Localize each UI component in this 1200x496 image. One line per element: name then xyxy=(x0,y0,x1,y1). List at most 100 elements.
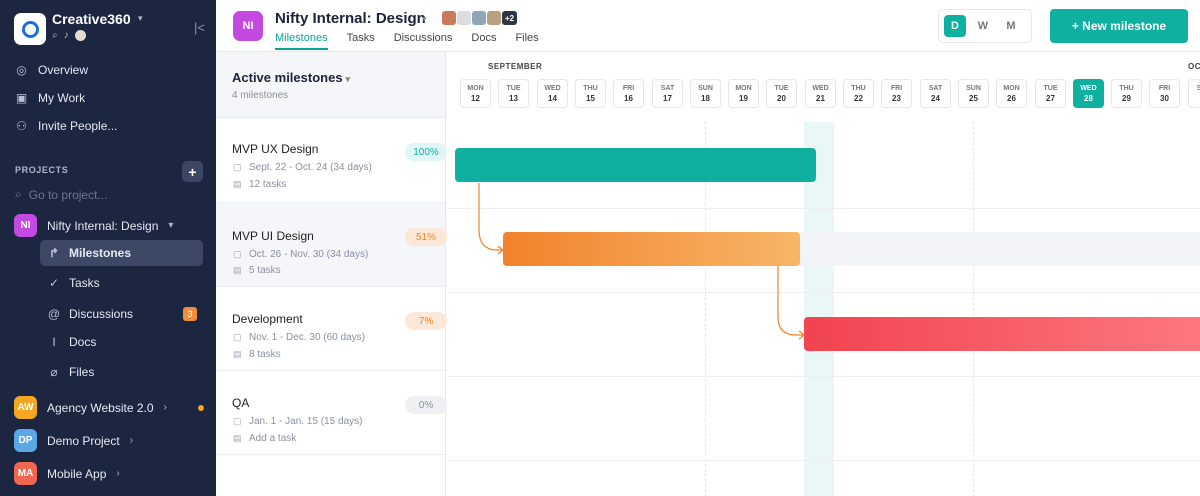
compass-icon: ◎ xyxy=(16,63,27,77)
nav-invite-people[interactable]: ⚇ Invite People... xyxy=(14,119,117,133)
project-nifty-internal-design[interactable]: NI Nifty Internal: Design ▾ xyxy=(14,214,173,237)
avatar[interactable] xyxy=(472,11,486,25)
project-badge[interactable]: NI xyxy=(233,11,263,41)
view-month-button[interactable]: M xyxy=(1000,15,1022,37)
milestone-icon: ↱ xyxy=(48,246,60,260)
more-members-badge[interactable]: +2 xyxy=(502,11,517,25)
check-icon: ✓ xyxy=(48,276,60,290)
tab-discussions[interactable]: Discussions xyxy=(394,32,453,50)
project-badge: NI xyxy=(14,214,37,237)
project-badge: DP xyxy=(14,429,37,452)
gantt-timeline[interactable]: SEPTEMBER OC MON 12 TUE 13 WED 14 THU 15 FRI 16 SA… xyxy=(447,52,1200,496)
add-user-icon: ⚇ xyxy=(16,119,27,133)
bell-icon[interactable]: ♪ xyxy=(64,30,69,41)
subnav-label: Discussions xyxy=(69,307,134,321)
milestones-filter[interactable]: Active milestones ▾ xyxy=(232,70,350,85)
chevron-down-icon: ▾ xyxy=(168,220,174,231)
project-tabs: Milestones Tasks Discussions Docs Files xyxy=(275,32,539,50)
tab-milestones[interactable]: Milestones xyxy=(275,32,328,50)
subnav-label: Docs xyxy=(69,335,97,349)
milestone-dates: ▢ Nov. 1 - Dec. 30 (60 days) xyxy=(233,332,365,343)
workspace-logo-icon[interactable] xyxy=(14,13,46,45)
tab-files[interactable]: Files xyxy=(515,32,538,50)
milestone-tasks-text: 8 tasks xyxy=(249,349,281,360)
calendar-icon: ▢ xyxy=(233,162,242,172)
milestone-dates-text: Jan. 1 - Jan. 15 (15 days) xyxy=(249,416,363,427)
milestones-title: Active milestones xyxy=(232,70,343,85)
view-mode-switch: D W M xyxy=(938,9,1032,43)
subnav-label: Milestones xyxy=(69,246,132,260)
avatar[interactable] xyxy=(487,11,501,25)
milestone-name: Development xyxy=(232,312,303,326)
tab-tasks[interactable]: Tasks xyxy=(347,32,375,50)
milestone-row[interactable]: MVP UI Design ▢ Oct. 26 - Nov. 30 (34 day… xyxy=(216,203,447,287)
milestone-name: MVP UX Design xyxy=(232,142,319,156)
tab-docs[interactable]: Docs xyxy=(471,32,496,50)
at-icon: @ xyxy=(47,307,61,321)
dependency-arrow xyxy=(777,266,804,336)
add-task-text: Add a task xyxy=(249,433,297,444)
avatar[interactable] xyxy=(457,11,471,25)
project-badge: MA xyxy=(14,462,37,485)
milestone-dates-text: Sept. 22 - Oct. 24 (34 days) xyxy=(249,162,372,173)
discussions-count-badge: 3 xyxy=(183,307,197,321)
project-header: NI Nifty Internal: Design ▾ +2 Milestone… xyxy=(216,0,1200,52)
milestone-row[interactable]: Development ▢ Nov. 1 - Dec. 30 (60 days) … xyxy=(216,287,447,371)
subnav-label: Tasks xyxy=(69,276,100,290)
project-agency-website[interactable]: AW Agency Website 2.0 › xyxy=(14,396,167,419)
project-name: Nifty Internal: Design xyxy=(47,218,159,233)
subnav-milestones[interactable]: ↱ Milestones xyxy=(40,240,203,266)
milestone-tasks: ▤ 12 tasks xyxy=(233,179,286,190)
milestone-name: MVP UI Design xyxy=(232,229,314,243)
subnav-tasks[interactable]: ✓ Tasks xyxy=(40,270,203,296)
paperclip-icon: ⌀ xyxy=(50,365,58,379)
avatar[interactable] xyxy=(74,30,86,41)
nav-overview[interactable]: ◎ Overview xyxy=(14,63,88,77)
calendar-icon: ▣ xyxy=(15,91,28,105)
project-name: Demo Project xyxy=(47,433,120,448)
subnav-docs[interactable]: I Docs xyxy=(40,329,203,355)
chevron-right-icon: › xyxy=(116,468,120,479)
workspace-name[interactable]: Creative360 xyxy=(52,11,131,27)
new-milestone-button[interactable]: + New milestone xyxy=(1050,9,1188,43)
project-badge: AW xyxy=(14,396,37,419)
dependency-arrows xyxy=(478,183,805,340)
avatar[interactable] xyxy=(442,11,456,25)
milestone-dates-text: Oct. 26 - Nov. 30 (34 days) xyxy=(249,249,369,260)
milestone-row[interactable]: MVP UX Design ▢ Sept. 22 - Oct. 24 (34 da… xyxy=(216,119,447,203)
search-icon[interactable]: ⌕ xyxy=(52,30,58,41)
member-avatars[interactable]: +2 xyxy=(442,11,517,25)
project-demo-project[interactable]: DP Demo Project › xyxy=(14,429,133,452)
add-project-button[interactable]: + xyxy=(182,161,203,182)
milestone-dates: ▢ Oct. 26 - Nov. 30 (34 days) xyxy=(233,249,368,260)
page-title[interactable]: Nifty Internal: Design xyxy=(275,10,426,27)
checklist-icon: ▤ xyxy=(233,179,242,189)
checklist-icon: ▤ xyxy=(233,265,242,275)
calendar-icon: ▢ xyxy=(233,332,242,342)
milestone-row[interactable]: QA ▢ Jan. 1 - Jan. 15 (15 days) ▤ Add a ta… xyxy=(216,371,447,455)
view-day-button[interactable]: D xyxy=(944,15,966,37)
project-search-input[interactable]: ⌕ Go to project... xyxy=(15,187,107,202)
milestones-panel-header: Active milestones ▾ 4 milestones xyxy=(216,52,445,118)
checklist-icon: ▤ xyxy=(233,349,242,359)
chevron-down-icon: ▾ xyxy=(345,74,351,84)
milestone-dates: ▢ Jan. 1 - Jan. 15 (15 days) xyxy=(233,416,362,427)
progress-badge: 100% xyxy=(405,143,447,161)
subnav-files[interactable]: ⌀ Files xyxy=(40,359,203,385)
docs-icon: I xyxy=(52,335,56,349)
workspace-tools: ⌕ ♪ xyxy=(52,30,86,41)
view-week-button[interactable]: W xyxy=(972,15,994,37)
milestone-name: QA xyxy=(232,396,250,410)
sidebar: Creative360 ▾ ⌕ ♪ |< ◎ Overview ▣ My Wor… xyxy=(0,0,216,496)
calendar-icon: ▢ xyxy=(233,416,242,426)
project-mobile-app[interactable]: MA Mobile App › xyxy=(14,462,120,485)
nav-label: My Work xyxy=(38,91,86,105)
chevron-down-icon[interactable]: ▾ xyxy=(422,14,427,25)
subnav-discussions[interactable]: @ Discussions 3 xyxy=(40,301,203,327)
collapse-sidebar-icon[interactable]: |< xyxy=(194,20,205,35)
calendar-icon: ▢ xyxy=(233,249,242,259)
milestone-dates: ▢ Sept. 22 - Oct. 24 (34 days) xyxy=(233,162,372,173)
nav-my-work[interactable]: ▣ My Work xyxy=(14,91,85,105)
add-task-link[interactable]: ▤ Add a task xyxy=(233,433,296,444)
chevron-down-icon[interactable]: ▾ xyxy=(138,13,143,24)
